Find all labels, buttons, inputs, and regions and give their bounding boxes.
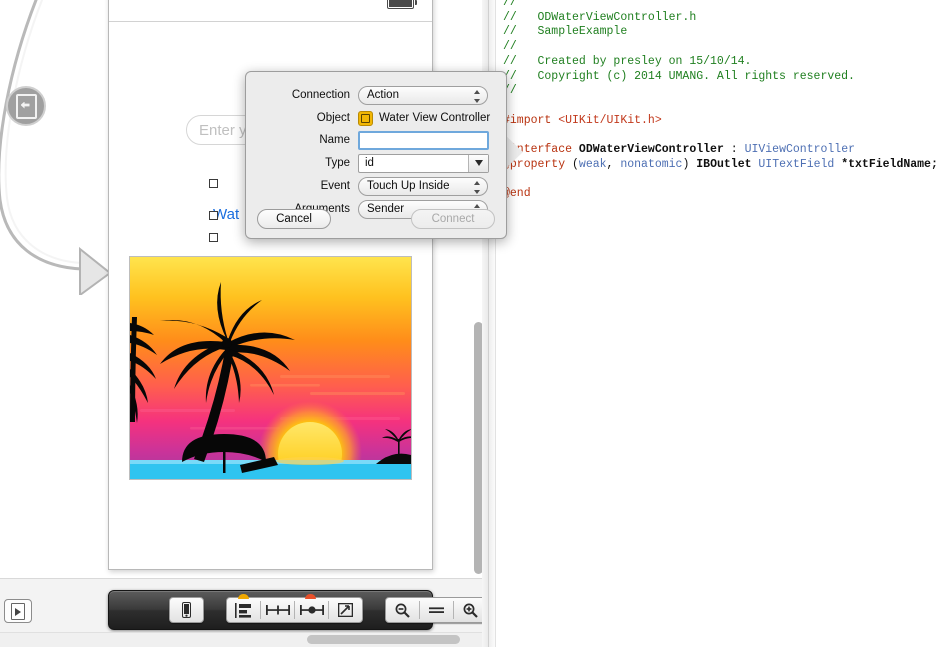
popover-row-object: Object Water View Controller [246, 107, 506, 129]
segue-arrow-icon [0, 0, 112, 295]
filter-document-icon[interactable] [4, 599, 32, 623]
code-token: #import [503, 113, 559, 127]
device-preview-icon[interactable] [170, 598, 203, 622]
code-token: nonatomic [620, 157, 683, 171]
type-value: id [365, 157, 374, 169]
connection-value: Action [367, 89, 399, 101]
code-line: // [503, 40, 938, 55]
popover-row-event[interactable]: Event Touch Up Inside [246, 175, 506, 197]
label-connection: Connection [291, 89, 350, 101]
popover-button-row: Cancel Connect [246, 209, 506, 231]
object-value: Water View Controller [379, 112, 491, 124]
code-line: // SampleExample [503, 25, 938, 40]
interface-builder-toolbar[interactable] [108, 590, 488, 630]
resolve-glyph [299, 605, 324, 615]
assistant-editor-code-pane[interactable]: //// ODWaterViewController.h// SampleExa… [488, 0, 942, 647]
code-token: : [723, 143, 745, 157]
code-line: #import <UIKit/UIKit.h> [503, 114, 938, 129]
stepper-arrows-icon [473, 180, 480, 194]
status-bar [109, 0, 432, 22]
pin-glyph [265, 605, 290, 615]
zoom-actual-glyph [429, 607, 444, 613]
zoom-actual-icon[interactable] [420, 598, 453, 622]
code-line: @interface ODWaterViewController : UIVie… [503, 143, 938, 158]
tropical-sunset-image [130, 257, 411, 479]
type-combo-box[interactable]: id [358, 153, 489, 173]
resize-glyph [338, 603, 353, 617]
view-controller-object-icon [358, 110, 373, 126]
stepper-arrows-icon [473, 89, 480, 103]
code-token: ) [682, 157, 697, 171]
connection-popup-button[interactable]: Action [358, 85, 488, 105]
align-glyph [235, 602, 251, 618]
popover-row-name[interactable]: Name [246, 129, 506, 151]
name-input[interactable] [358, 130, 489, 150]
zoom-out-icon[interactable] [386, 598, 419, 622]
zoom-in-glyph [463, 603, 478, 618]
device-glyph [182, 602, 191, 618]
event-popup-button[interactable]: Touch Up Inside [358, 176, 488, 196]
label-event: Event [320, 180, 350, 192]
popover-row-connection[interactable]: Connection Action [246, 84, 506, 106]
code-line: // [503, 0, 938, 11]
selection-handle[interactable] [209, 179, 218, 188]
toolbar-group-device[interactable] [169, 597, 204, 623]
code-token: // Created by presley on 15/10/14. [503, 54, 752, 68]
code-token: ODWaterViewController [578, 143, 724, 157]
chevron-down-icon[interactable] [468, 154, 488, 172]
code-line: // ODWaterViewController.h [503, 11, 938, 26]
code-token: weak [578, 157, 607, 171]
toolbar-group-autolayout[interactable] [226, 594, 363, 623]
label-name: Name [319, 134, 350, 146]
event-value: Touch Up Inside [367, 180, 450, 192]
label-object: Object [316, 112, 350, 124]
code-token: @end [503, 187, 531, 201]
battery-icon [387, 0, 417, 9]
cancel-button[interactable]: Cancel [257, 209, 331, 229]
code-token: // [503, 0, 517, 9]
code-token: , [606, 157, 621, 171]
view-controller-badge-icon[interactable] [6, 86, 46, 126]
pin-constraints-icon[interactable] [261, 598, 294, 622]
popover-row-type[interactable]: Type id [246, 152, 506, 174]
filter-glyph [11, 602, 25, 620]
selection-handle[interactable] [209, 233, 218, 242]
code-line: // Created by presley on 15/10/14. [503, 55, 938, 70]
code-token: UIViewController [744, 143, 855, 157]
align-constraints-icon[interactable] [227, 594, 260, 622]
object-value-group: Water View Controller [358, 110, 491, 126]
code-token: *txtFieldName; [834, 157, 938, 171]
image-view[interactable] [129, 256, 412, 480]
resolve-issues-icon[interactable] [295, 594, 328, 622]
source-code[interactable]: //// ODWaterViewController.h// SampleExa… [503, 0, 938, 202]
connection-popover[interactable]: Connection Action Object Water View Cont… [245, 71, 507, 239]
code-token: <UIKit/UIKit.h> [558, 113, 662, 127]
selection-handle[interactable] [209, 211, 218, 220]
code-token: UITextField [758, 157, 835, 171]
toolbar-group-zoom[interactable] [385, 597, 488, 623]
code-line: @property (weak, nonatomic) IBOutlet UIT… [503, 158, 938, 173]
code-token: // [503, 40, 517, 54]
horizontal-scrollbar-thumb[interactable] [307, 635, 460, 644]
code-token: // SampleExample [503, 25, 628, 39]
code-token: // ODWaterViewController.h [503, 10, 697, 24]
badge-glyph [15, 93, 37, 119]
code-token: // Copyright (c) 2014 UMANG. All rights … [503, 69, 855, 83]
label-type: Type [325, 157, 350, 169]
code-line: // [503, 84, 938, 99]
code-line: // Copyright (c) 2014 UMANG. All rights … [503, 70, 938, 85]
code-token: IBOutlet [696, 157, 759, 171]
code-token: ( [572, 157, 579, 171]
connect-button[interactable]: Connect [411, 209, 495, 229]
resizing-behavior-icon[interactable] [329, 598, 362, 622]
code-line: @end [503, 187, 938, 202]
zoom-out-glyph [395, 603, 410, 618]
